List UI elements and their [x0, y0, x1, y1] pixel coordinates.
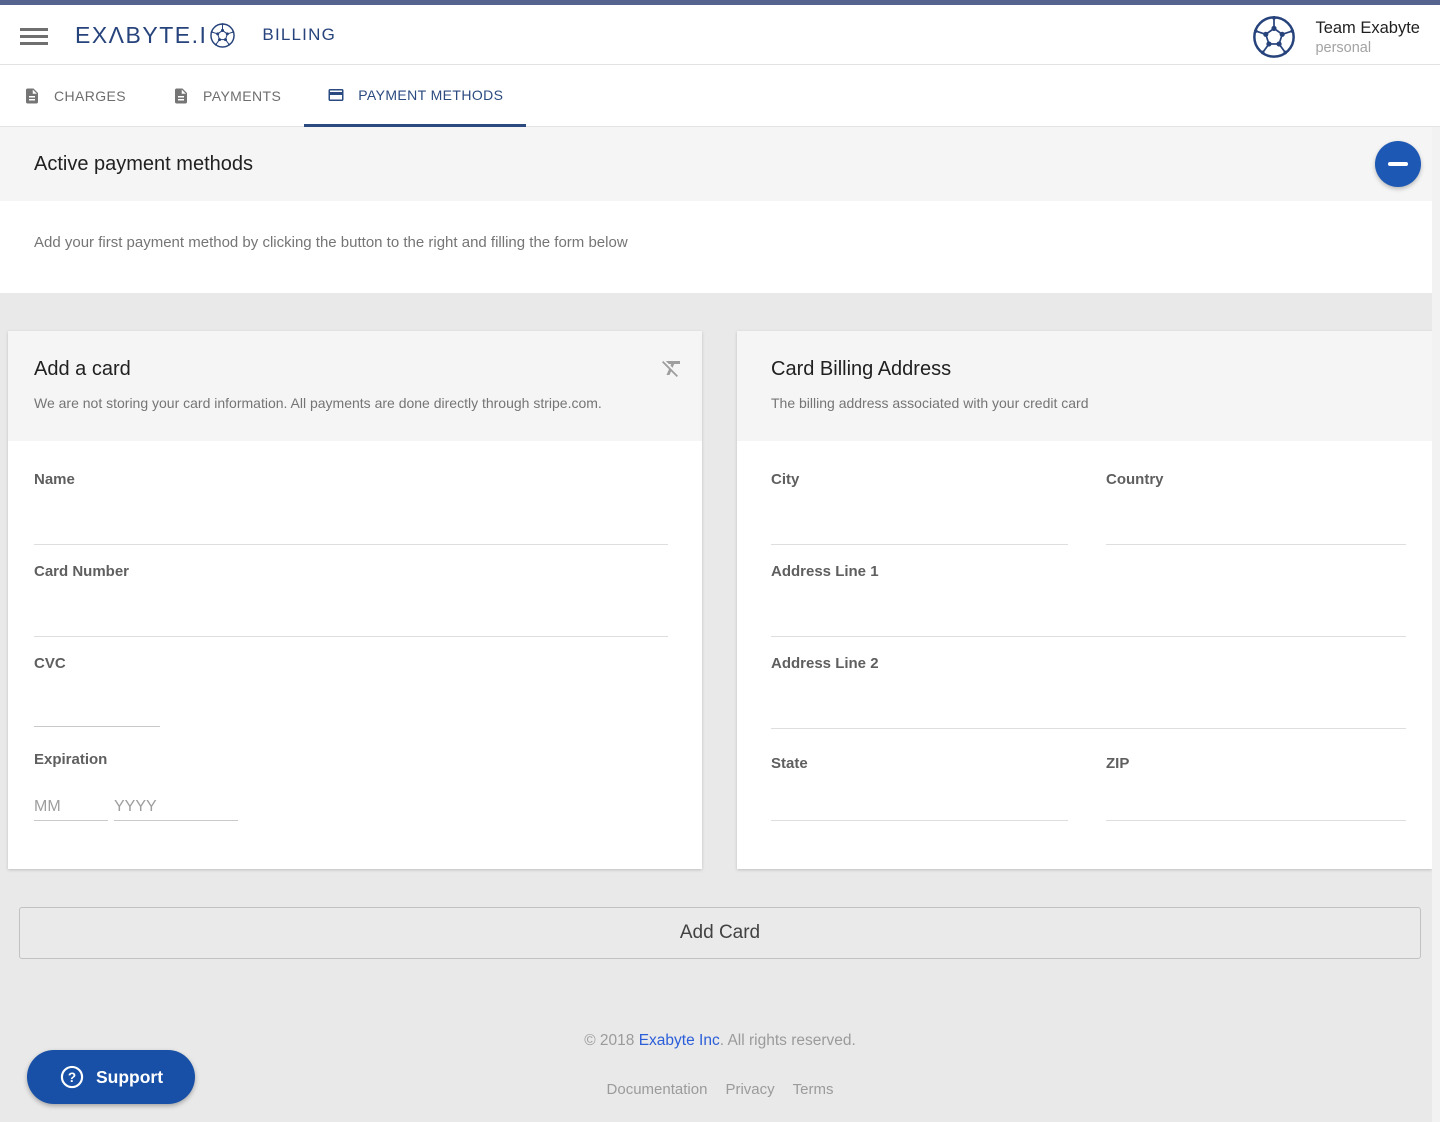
menu-icon[interactable]: [20, 28, 48, 47]
state-label: State: [771, 755, 808, 772]
copyright-line: © 2018 Exabyte Inc. All rights reserved.: [0, 1032, 1440, 1050]
country-label: Country: [1106, 471, 1164, 488]
account-menu[interactable]: Team Exabyte personal: [1251, 13, 1420, 61]
add-card-subtitle: We are not storing your card information…: [34, 395, 602, 411]
team-type: personal: [1315, 39, 1420, 57]
zip-field[interactable]: [1106, 781, 1406, 821]
tab-charges-label: CHARGES: [54, 88, 126, 104]
team-avatar-icon: [1251, 14, 1297, 60]
name-field[interactable]: [34, 505, 668, 545]
copyright-suffix: . All rights reserved.: [720, 1032, 856, 1049]
billing-tabs: CHARGES PAYMENTS PAYMENT METHODS: [0, 65, 1440, 127]
tab-charges[interactable]: CHARGES: [0, 65, 149, 127]
billing-address-title: Card Billing Address: [771, 358, 951, 381]
company-link[interactable]: Exabyte Inc: [639, 1032, 720, 1049]
terms-link[interactable]: Terms: [793, 1081, 834, 1098]
copyright-prefix: © 2018: [584, 1032, 639, 1049]
app-header: EXΛBYTE.I BILLING Team Exabyte personal: [0, 5, 1440, 65]
billing-page: EXΛBYTE.I BILLING Team Exabyte personal …: [0, 0, 1440, 1122]
support-label: Support: [96, 1067, 163, 1088]
address-line-2-field[interactable]: [771, 689, 1406, 729]
add-card-panel: Add a card We are not storing your card …: [8, 331, 702, 869]
cvc-field[interactable]: [34, 687, 160, 727]
expiration-year-field[interactable]: [114, 781, 238, 821]
cvc-label: CVC: [34, 655, 66, 672]
tab-payment-methods-label: PAYMENT METHODS: [358, 87, 503, 103]
footer-links: Documentation Privacy Terms: [0, 1081, 1440, 1098]
card-number-label: Card Number: [34, 563, 129, 580]
zip-label: ZIP: [1106, 755, 1129, 772]
soccer-ball-icon: [209, 22, 236, 49]
format-clear-icon[interactable]: [660, 356, 684, 380]
document-icon: [23, 87, 41, 105]
expiration-month-field[interactable]: [34, 781, 108, 821]
billing-address-subtitle: The billing address associated with your…: [771, 395, 1089, 411]
document-icon: [172, 87, 190, 105]
help-icon: ?: [59, 1064, 85, 1090]
empty-state-message: Add your first payment method by clickin…: [34, 234, 628, 251]
logo-text: EXΛBYTE.I: [75, 22, 207, 49]
state-field[interactable]: [771, 781, 1068, 821]
team-name: Team Exabyte: [1315, 17, 1420, 39]
city-label: City: [771, 471, 799, 488]
tab-payment-methods[interactable]: PAYMENT METHODS: [304, 65, 526, 127]
minus-icon: [1388, 162, 1408, 166]
city-field[interactable]: [771, 505, 1068, 545]
billing-section-label: BILLING: [262, 25, 336, 45]
card-number-field[interactable]: [34, 597, 668, 637]
address-line-1-label: Address Line 1: [771, 563, 879, 580]
tab-payments[interactable]: PAYMENTS: [149, 65, 304, 127]
support-button[interactable]: ? Support: [27, 1050, 195, 1104]
billing-address-panel-header: Card Billing Address The billing address…: [737, 331, 1432, 441]
country-field[interactable]: [1106, 505, 1406, 545]
add-card-button[interactable]: Add Card: [19, 907, 1421, 959]
expiration-label: Expiration: [34, 751, 107, 768]
credit-card-icon: [327, 86, 345, 104]
svg-text:?: ?: [68, 1070, 76, 1085]
active-payment-methods-band: Active payment methods: [0, 127, 1440, 201]
address-line-1-field[interactable]: [771, 597, 1406, 637]
exabyte-logo[interactable]: EXΛBYTE.I BILLING: [75, 5, 336, 65]
scrollbar-track[interactable]: [1432, 127, 1440, 1122]
add-card-panel-header: Add a card We are not storing your card …: [8, 331, 702, 441]
section-title: Active payment methods: [34, 127, 253, 201]
empty-state-band: Add your first payment method by clickin…: [0, 201, 1440, 293]
privacy-link[interactable]: Privacy: [725, 1081, 774, 1098]
tab-payments-label: PAYMENTS: [203, 88, 281, 104]
add-card-title: Add a card: [34, 358, 131, 381]
billing-address-panel: Card Billing Address The billing address…: [737, 331, 1432, 869]
address-line-2-label: Address Line 2: [771, 655, 879, 672]
documentation-link[interactable]: Documentation: [607, 1081, 708, 1098]
collapse-button[interactable]: [1375, 141, 1421, 187]
name-label: Name: [34, 471, 75, 488]
